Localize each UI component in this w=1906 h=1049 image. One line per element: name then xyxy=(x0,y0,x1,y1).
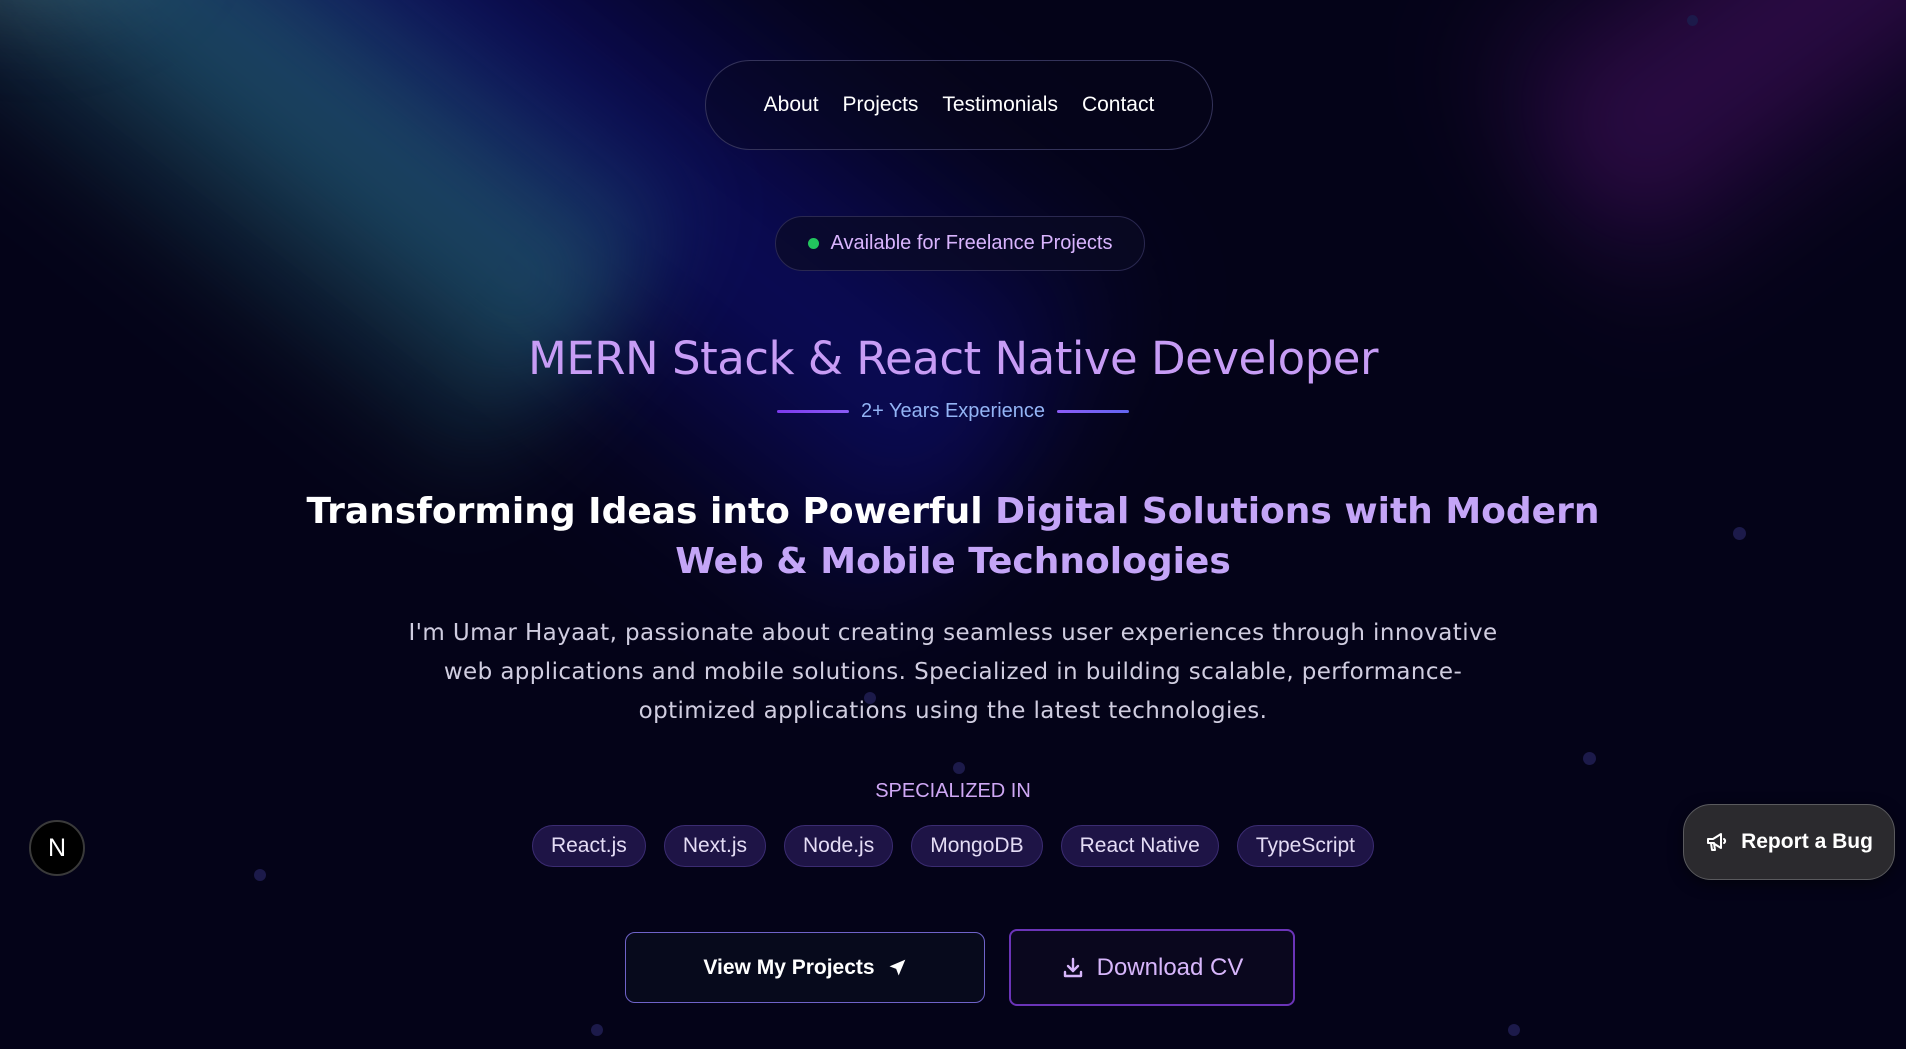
skill-chip-typescript: TypeScript xyxy=(1236,825,1375,867)
download-icon xyxy=(1063,957,1082,977)
hero-description: I'm Umar Hayaat, passionate about creati… xyxy=(408,620,1498,724)
view-projects-button[interactable]: View My Projects xyxy=(625,932,985,1003)
background-beam-purple xyxy=(1449,0,1906,319)
nextjs-dev-indicator[interactable]: N xyxy=(29,820,85,876)
send-icon xyxy=(889,959,905,975)
availability-badge: Available for Freelance Projects xyxy=(775,216,1145,271)
main-nav: About Projects Testimonials Contact xyxy=(705,60,1213,150)
portfolio-page: About Projects Testimonials Contact Avai… xyxy=(0,0,1906,1049)
skill-chip-react-native: React Native xyxy=(1060,825,1219,867)
background-dot xyxy=(1508,1024,1520,1036)
nav-testimonials[interactable]: Testimonials xyxy=(942,93,1058,117)
report-bug-button[interactable]: Report a Bug xyxy=(1683,804,1895,880)
skill-chip-reactjs: React.js xyxy=(531,825,646,867)
background-dot xyxy=(1733,527,1746,540)
view-projects-label: View My Projects xyxy=(703,955,875,979)
background-dot xyxy=(1687,15,1698,26)
hero-title: MERN Stack & React Native Developer xyxy=(528,332,1378,385)
background-dot xyxy=(591,1024,603,1036)
megaphone-icon xyxy=(1707,833,1727,851)
experience-row: 2+ Years Experience xyxy=(0,400,1906,423)
hero-headline: Transforming Ideas into Powerful Digital… xyxy=(300,487,1606,587)
download-cv-button[interactable]: Download CV xyxy=(1009,929,1295,1006)
status-dot-icon xyxy=(807,238,819,249)
nav-contact[interactable]: Contact xyxy=(1082,93,1154,117)
nav-about[interactable]: About xyxy=(764,93,819,117)
report-bug-label: Report a Bug xyxy=(1741,830,1873,853)
download-cv-label: Download CV xyxy=(1096,953,1244,981)
background-dot xyxy=(1583,752,1596,765)
background-dot xyxy=(254,869,266,881)
skills-list: React.js Next.js Node.js MongoDB React N… xyxy=(0,825,1906,867)
skill-chip-mongodb: MongoDB xyxy=(911,825,1043,867)
skill-chip-nodejs: Node.js xyxy=(784,825,894,867)
background-dot xyxy=(953,762,965,774)
specialized-label: SPECIALIZED IN xyxy=(875,780,1031,802)
divider-left xyxy=(776,410,849,413)
experience-text: 2+ Years Experience xyxy=(860,400,1046,422)
nav-projects[interactable]: Projects xyxy=(843,93,919,117)
availability-text: Available for Freelance Projects xyxy=(830,232,1113,254)
headline-white-part: Transforming Ideas into Powerful xyxy=(306,491,996,532)
skill-chip-nextjs: Next.js xyxy=(663,825,766,867)
divider-right xyxy=(1057,410,1130,413)
